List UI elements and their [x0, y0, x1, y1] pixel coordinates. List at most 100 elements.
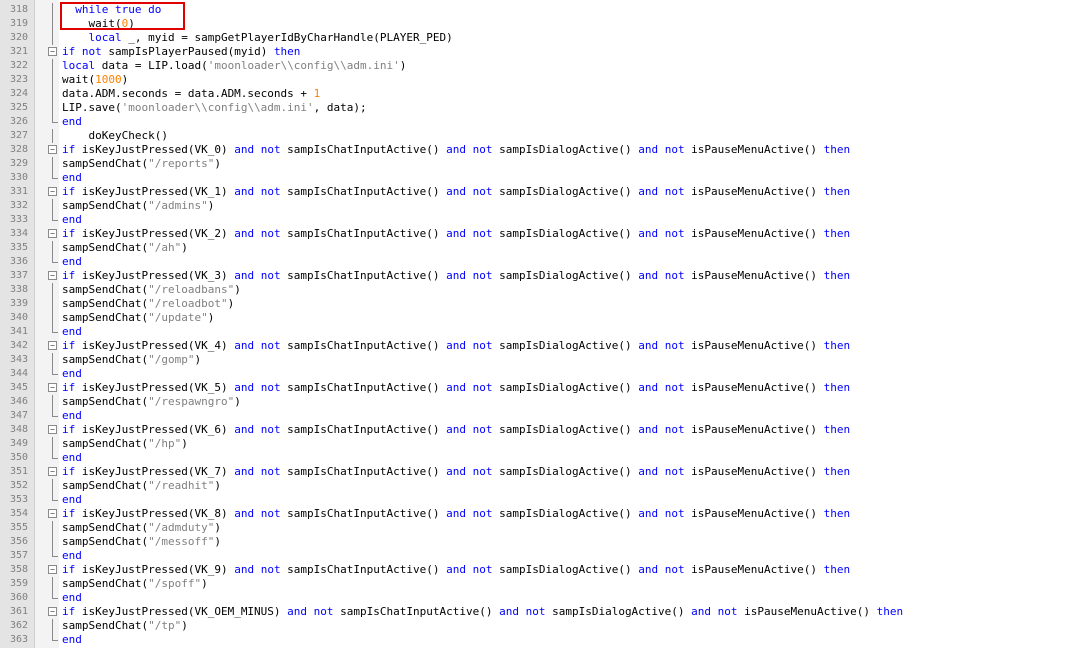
- code-text[interactable]: if isKeyJustPressed(VK_8) and not sampIs…: [62, 507, 850, 521]
- code-line[interactable]: 346 sampSendChat("/respawngro"): [0, 395, 1072, 409]
- fold-toggle-icon[interactable]: [48, 229, 57, 238]
- code-text[interactable]: end: [62, 325, 82, 339]
- code-text[interactable]: data.ADM.seconds = data.ADM.seconds + 1: [62, 87, 320, 101]
- code-text[interactable]: end: [62, 591, 82, 605]
- code-text[interactable]: while true do: [62, 3, 161, 17]
- code-line[interactable]: 327 doKeyCheck(): [0, 129, 1072, 143]
- fold-toggle-icon[interactable]: [48, 383, 57, 392]
- code-line[interactable]: 336 end: [0, 255, 1072, 269]
- code-line[interactable]: 352 sampSendChat("/readhit"): [0, 479, 1072, 493]
- code-line[interactable]: 328 if isKeyJustPressed(VK_0) and not sam…: [0, 143, 1072, 157]
- code-text[interactable]: end: [62, 115, 82, 129]
- code-text[interactable]: end: [62, 633, 82, 647]
- code-text[interactable]: sampSendChat("/admins"): [62, 199, 214, 213]
- code-text[interactable]: end: [62, 255, 82, 269]
- fold-toggle-icon[interactable]: [48, 607, 57, 616]
- fold-toggle-icon[interactable]: [48, 271, 57, 280]
- code-line[interactable]: 332 sampSendChat("/admins"): [0, 199, 1072, 213]
- fold-toggle-icon[interactable]: [48, 425, 57, 434]
- code-line[interactable]: 357 end: [0, 549, 1072, 563]
- code-line[interactable]: 331 if isKeyJustPressed(VK_1) and not sam…: [0, 185, 1072, 199]
- code-text[interactable]: sampSendChat("/admduty"): [62, 521, 221, 535]
- code-text[interactable]: sampSendChat("/ah"): [62, 241, 188, 255]
- code-text[interactable]: if isKeyJustPressed(VK_6) and not sampIs…: [62, 423, 850, 437]
- code-line[interactable]: 337 if isKeyJustPressed(VK_3) and not sam…: [0, 269, 1072, 283]
- code-text[interactable]: end: [62, 493, 82, 507]
- fold-toggle-icon[interactable]: [48, 341, 57, 350]
- code-line[interactable]: 334 if isKeyJustPressed(VK_2) and not sam…: [0, 227, 1072, 241]
- code-line[interactable]: 358 if isKeyJustPressed(VK_9) and not sam…: [0, 563, 1072, 577]
- code-text[interactable]: sampSendChat("/messoff"): [62, 535, 221, 549]
- code-text[interactable]: local data = LIP.load('moonloader\\confi…: [62, 59, 406, 73]
- code-text[interactable]: end: [62, 367, 82, 381]
- code-text[interactable]: sampSendChat("/readhit"): [62, 479, 221, 493]
- code-text[interactable]: if isKeyJustPressed(VK_9) and not sampIs…: [62, 563, 850, 577]
- code-text[interactable]: end: [62, 451, 82, 465]
- code-text[interactable]: LIP.save('moonloader\\config\\adm.ini', …: [62, 101, 367, 115]
- code-text[interactable]: sampSendChat("/respawngro"): [62, 395, 241, 409]
- code-line[interactable]: 342 if isKeyJustPressed(VK_4) and not sam…: [0, 339, 1072, 353]
- code-line[interactable]: 340 sampSendChat("/update"): [0, 311, 1072, 325]
- fold-toggle-icon[interactable]: [48, 509, 57, 518]
- code-line[interactable]: 355 sampSendChat("/admduty"): [0, 521, 1072, 535]
- code-line[interactable]: 322 local data = LIP.load('moonloader\\co…: [0, 59, 1072, 73]
- code-text[interactable]: end: [62, 213, 82, 227]
- code-text[interactable]: sampSendChat("/reports"): [62, 157, 221, 171]
- code-text[interactable]: sampSendChat("/spoff"): [62, 577, 208, 591]
- code-text[interactable]: if isKeyJustPressed(VK_4) and not sampIs…: [62, 339, 850, 353]
- code-line[interactable]: 318 while true do: [0, 3, 1072, 17]
- code-line[interactable]: 320 local _, myid = sampGetPlayerIdByCha…: [0, 31, 1072, 45]
- code-text[interactable]: end: [62, 549, 82, 563]
- code-text[interactable]: local _, myid = sampGetPlayerIdByCharHan…: [62, 31, 453, 45]
- code-text[interactable]: if isKeyJustPressed(VK_OEM_MINUS) and no…: [62, 605, 903, 619]
- code-line[interactable]: 350 end: [0, 451, 1072, 465]
- code-text[interactable]: if not sampIsPlayerPaused(myid) then: [62, 45, 300, 59]
- code-line[interactable]: 343 sampSendChat("/gomp"): [0, 353, 1072, 367]
- code-line[interactable]: 347 end: [0, 409, 1072, 423]
- code-line[interactable]: 338 sampSendChat("/reloadbans"): [0, 283, 1072, 297]
- code-line[interactable]: 344 end: [0, 367, 1072, 381]
- code-text[interactable]: wait(1000): [62, 73, 128, 87]
- code-line[interactable]: 361 if isKeyJustPressed(VK_OEM_MINUS) and…: [0, 605, 1072, 619]
- code-text[interactable]: wait(0): [62, 17, 134, 31]
- code-line[interactable]: 335 sampSendChat("/ah"): [0, 241, 1072, 255]
- code-text[interactable]: sampSendChat("/gomp"): [62, 353, 201, 367]
- code-line[interactable]: 319 wait(0): [0, 17, 1072, 31]
- code-line[interactable]: 326 end: [0, 115, 1072, 129]
- code-text[interactable]: end: [62, 409, 82, 423]
- code-text[interactable]: if isKeyJustPressed(VK_3) and not sampIs…: [62, 269, 850, 283]
- code-text[interactable]: end: [62, 171, 82, 185]
- fold-toggle-icon[interactable]: [48, 145, 57, 154]
- code-text[interactable]: sampSendChat("/update"): [62, 311, 214, 325]
- code-line[interactable]: 323 wait(1000): [0, 73, 1072, 87]
- code-line[interactable]: 356 sampSendChat("/messoff"): [0, 535, 1072, 549]
- fold-toggle-icon[interactable]: [48, 565, 57, 574]
- code-line[interactable]: 339 sampSendChat("/reloadbot"): [0, 297, 1072, 311]
- code-lines[interactable]: 318 while true do 319 wait(0) 320 local _,…: [0, 3, 1072, 647]
- code-text[interactable]: if isKeyJustPressed(VK_1) and not sampIs…: [62, 185, 850, 199]
- code-line[interactable]: 341 end: [0, 325, 1072, 339]
- code-line[interactable]: 329 sampSendChat("/reports"): [0, 157, 1072, 171]
- code-line[interactable]: 354 if isKeyJustPressed(VK_8) and not sam…: [0, 507, 1072, 521]
- code-text[interactable]: if isKeyJustPressed(VK_7) and not sampIs…: [62, 465, 850, 479]
- code-text[interactable]: doKeyCheck(): [62, 129, 167, 143]
- fold-toggle-icon[interactable]: [48, 187, 57, 196]
- fold-toggle-icon[interactable]: [48, 467, 57, 476]
- code-text[interactable]: sampSendChat("/reloadbot"): [62, 297, 234, 311]
- code-line[interactable]: 333 end: [0, 213, 1072, 227]
- code-line[interactable]: 321 if not sampIsPlayerPaused(myid) then: [0, 45, 1072, 59]
- code-text[interactable]: if isKeyJustPressed(VK_5) and not sampIs…: [62, 381, 850, 395]
- code-line[interactable]: 325 LIP.save('moonloader\\config\\adm.ini…: [0, 101, 1072, 115]
- code-line[interactable]: 349 sampSendChat("/hp"): [0, 437, 1072, 451]
- code-line[interactable]: 345 if isKeyJustPressed(VK_5) and not sam…: [0, 381, 1072, 395]
- code-line[interactable]: 348 if isKeyJustPressed(VK_6) and not sam…: [0, 423, 1072, 437]
- code-text[interactable]: sampSendChat("/hp"): [62, 437, 188, 451]
- code-text[interactable]: sampSendChat("/tp"): [62, 619, 188, 633]
- code-line[interactable]: 353 end: [0, 493, 1072, 507]
- code-line[interactable]: 362 sampSendChat("/tp"): [0, 619, 1072, 633]
- code-line[interactable]: 330 end: [0, 171, 1072, 185]
- code-text[interactable]: if isKeyJustPressed(VK_2) and not sampIs…: [62, 227, 850, 241]
- code-text[interactable]: if isKeyJustPressed(VK_0) and not sampIs…: [62, 143, 850, 157]
- code-line[interactable]: 363 end: [0, 633, 1072, 647]
- code-line[interactable]: 324 data.ADM.seconds = data.ADM.seconds +…: [0, 87, 1072, 101]
